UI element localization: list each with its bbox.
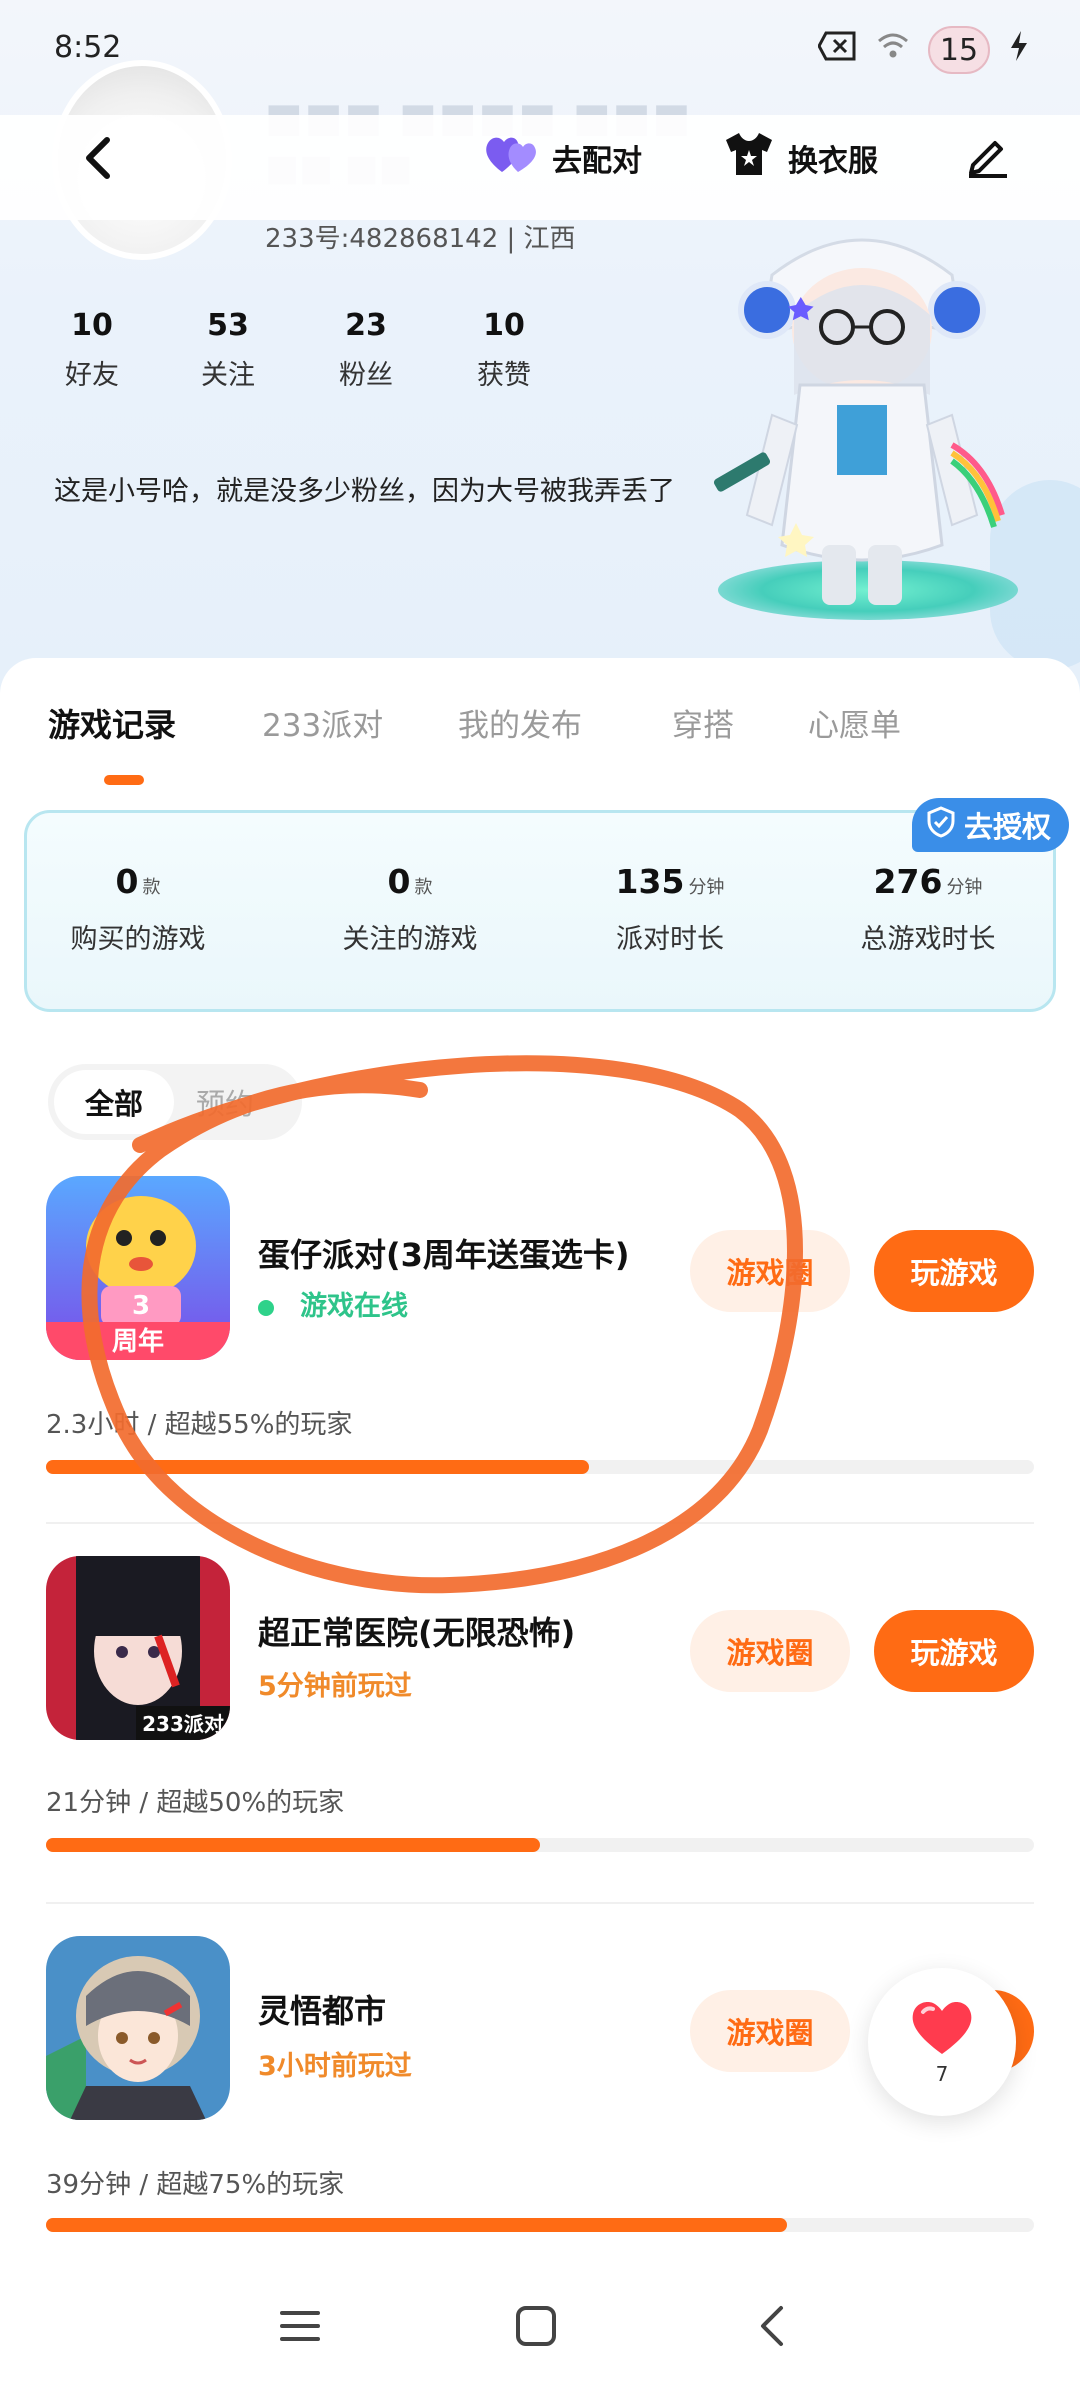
tab-game-records[interactable]: 游戏记录 — [48, 700, 176, 746]
stat-label: 粉丝 — [339, 360, 393, 391]
status-icons: 15 — [817, 26, 1030, 74]
stat-likes[interactable]: 10 获赞 — [454, 308, 554, 392]
percentile-bar — [46, 1460, 1034, 1474]
profile-bio: 这是小号哈，就是没多少粉丝，因为大号被我弄丢了 — [54, 476, 675, 507]
online-dot-icon — [258, 1299, 274, 1316]
game-title[interactable]: 灵悟都市 — [258, 1986, 386, 2032]
stat-following[interactable]: 53 关注 — [178, 308, 278, 392]
tab-wishlist[interactable]: 心愿单 — [808, 700, 901, 745]
authorize-button[interactable]: 去授权 — [912, 798, 1070, 852]
outfit-label: 换衣服 — [788, 144, 878, 179]
pair-label: 去配对 — [552, 144, 642, 179]
game-status-text: 3小时前玩过 — [258, 2051, 412, 2082]
svg-text:3: 3 — [132, 1291, 150, 1321]
heart-icon — [912, 2002, 972, 2054]
percentile-bar — [46, 2218, 1034, 2232]
account-id-location: 233号:482868142 | 江西 — [265, 224, 576, 254]
summary-label: 派对时长 — [616, 924, 724, 955]
shield-check-icon — [926, 805, 956, 845]
game-status-online: 游戏在线 — [258, 1284, 408, 1323]
like-count: 7 — [935, 2062, 949, 2086]
summary-value: 135 — [615, 862, 685, 901]
summary-value: 0 — [115, 862, 139, 901]
edit-profile-button[interactable] — [960, 128, 1016, 184]
summary-label: 关注的游戏 — [342, 924, 478, 955]
pencil-icon — [969, 141, 1007, 178]
avatar-character-illustration[interactable] — [712, 215, 1012, 635]
svg-text:233派对: 233派对 — [142, 1712, 224, 1736]
game-title[interactable]: 超正常医院(无限恐怖) — [258, 1608, 575, 1654]
square-home-icon — [516, 2306, 556, 2346]
summary-label: 总游戏时长 — [860, 924, 996, 955]
wifi-icon — [876, 29, 910, 71]
stat-value: 23 — [345, 308, 387, 343]
game-play-stats: 39分钟 / 超越75%的玩家 — [46, 2170, 345, 2200]
summary-unit: 款 — [414, 877, 433, 898]
stat-value: 53 — [207, 308, 249, 343]
stat-fans[interactable]: 23 粉丝 — [316, 308, 416, 392]
summary-unit: 分钟 — [688, 877, 725, 898]
game-icon-lingwu-city[interactable] — [46, 1936, 230, 2120]
summary-label: 购买的游戏 — [70, 924, 206, 955]
heart-pair-icon — [482, 132, 540, 184]
game-circle-button[interactable]: 游戏圈 — [690, 1990, 850, 2072]
menu-icon — [280, 2311, 320, 2341]
summary-unit: 分钟 — [946, 877, 983, 898]
filter-all[interactable]: 全部 — [54, 1070, 174, 1134]
stat-label: 关注 — [201, 360, 255, 391]
system-back-button[interactable] — [742, 2296, 802, 2356]
game-icon-normal-hospital[interactable]: 233派对 — [46, 1556, 230, 1740]
status-time: 8:52 — [54, 30, 122, 65]
summary-unit: 款 — [142, 877, 161, 898]
tab-outfits[interactable]: 穿搭 — [672, 700, 734, 745]
stat-value: 10 — [71, 308, 113, 343]
close-box-icon — [817, 31, 858, 69]
summary-purchased: 0款 购买的游戏 — [28, 862, 248, 956]
filter-reserved[interactable]: 预约 — [196, 1070, 254, 1134]
home-button[interactable] — [506, 2296, 566, 2356]
game-play-stats: 2.3小时 / 超越55%的玩家 — [46, 1410, 353, 1440]
stat-label: 获赞 — [477, 360, 531, 391]
play-game-button[interactable]: 玩游戏 — [874, 1610, 1034, 1692]
divider — [46, 1902, 1034, 1904]
game-status-text: 5分钟前玩过 — [258, 1671, 412, 1702]
game-play-stats: 21分钟 / 超越50%的玩家 — [46, 1788, 345, 1818]
menu-button[interactable] — [270, 2296, 330, 2356]
summary-value: 276 — [873, 862, 943, 901]
summary-total-time: 276 分钟 总游戏时长 — [818, 862, 1038, 956]
pair-button[interactable]: 去配对 — [482, 128, 642, 188]
game-status-text: 游戏在线 — [300, 1291, 408, 1322]
summary-followed: 0款 关注的游戏 — [300, 862, 520, 956]
game-icon-eggy-party[interactable]: 3 周年 — [46, 1176, 230, 1360]
percentile-bar-fill — [46, 2218, 787, 2232]
chevron-left-icon — [761, 2306, 783, 2346]
change-outfit-button[interactable]: 换衣服 — [722, 128, 878, 188]
active-tab-indicator — [104, 775, 144, 785]
summary-party-time: 135 分钟 派对时长 — [560, 862, 780, 956]
divider — [46, 1522, 1034, 1524]
play-game-button[interactable]: 玩游戏 — [874, 1230, 1034, 1312]
stat-friends[interactable]: 10 好友 — [42, 308, 142, 392]
summary-value: 0 — [387, 862, 411, 901]
game-circle-button[interactable]: 游戏圈 — [690, 1230, 850, 1312]
back-button[interactable] — [70, 130, 126, 186]
status-avatar-badge: 15 — [928, 26, 990, 74]
percentile-bar — [46, 1838, 1034, 1852]
percentile-bar-fill — [46, 1838, 540, 1852]
stat-value: 10 — [483, 308, 525, 343]
chevron-left-icon — [86, 137, 110, 179]
tab-233-party[interactable]: 233派对 — [262, 700, 383, 745]
svg-text:周年: 周年 — [112, 1326, 164, 1357]
tab-my-posts[interactable]: 我的发布 — [458, 700, 582, 745]
battery-charging-icon — [1008, 29, 1030, 71]
stat-label: 好友 — [65, 360, 119, 391]
percentile-bar-fill — [46, 1460, 590, 1474]
profile-tabs: 游戏记录 233派对 我的发布 穿搭 心愿单 — [0, 700, 1080, 790]
like-button[interactable]: 7 — [868, 1968, 1016, 2116]
authorize-label: 去授权 — [964, 810, 1052, 844]
game-circle-button[interactable]: 游戏圈 — [690, 1610, 850, 1692]
game-title[interactable]: 蛋仔派对(3周年送蛋选卡) — [258, 1230, 630, 1276]
shirt-icon — [722, 130, 776, 186]
